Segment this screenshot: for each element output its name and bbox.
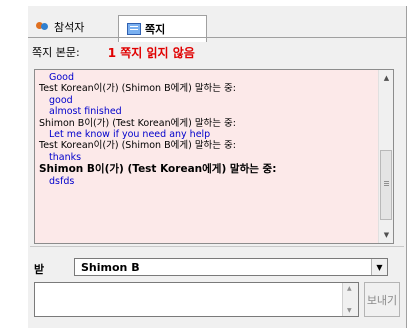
- tab-participants[interactable]: 참석자: [28, 17, 123, 37]
- message-scrollbar[interactable]: ▲ ▼: [378, 70, 393, 243]
- input-scroll-up-icon[interactable]: ▲: [347, 285, 352, 292]
- message-text: dsfds: [49, 176, 75, 188]
- notes-panel: 참석자 쪽지 쪽지 본문: 1 쪽지 읽지 않음 Good Test Korean…: [28, 6, 406, 328]
- divider: [30, 246, 404, 247]
- body-label: 쪽지 본문:: [32, 46, 80, 59]
- scroll-down-arrow-icon[interactable]: ▼: [379, 227, 393, 243]
- recipient-select[interactable]: Shimon B ▼: [74, 258, 388, 276]
- message-text: almost finished: [49, 106, 122, 118]
- recipient-selected-value: Shimon B: [81, 260, 140, 274]
- message-text: Good: [49, 72, 75, 83]
- message-speaker: Shimon B이(가) (Test Korean에게) 말하는 중:: [39, 117, 237, 129]
- scroll-up-arrow-icon[interactable]: ▲: [379, 70, 393, 86]
- message-text: Let me know if you need any help: [49, 129, 211, 141]
- scroll-thumb[interactable]: [380, 150, 392, 220]
- participants-icon: [36, 21, 50, 33]
- message-text: thanks: [49, 151, 82, 163]
- message-list: Good Test Korean이(가) (Shimon B에게) 말하는 중: g…: [39, 72, 379, 188]
- tab-participants-label: 참석자: [54, 21, 85, 34]
- tab-bar: 참석자 쪽지: [28, 10, 406, 42]
- input-scrollbar[interactable]: ▲ ▼: [342, 283, 358, 316]
- message-input[interactable]: [34, 282, 359, 317]
- send-button[interactable]: 보내기: [364, 282, 400, 317]
- message-history[interactable]: Good Test Korean이(가) (Shimon B에게) 말하는 중: g…: [34, 69, 394, 244]
- tab-divider: [28, 37, 406, 38]
- input-scroll-down-icon[interactable]: ▼: [347, 307, 352, 314]
- window-edge: [406, 6, 407, 328]
- message-speaker: Test Korean이(가) (Shimon B에게) 말하는 중:: [39, 83, 237, 95]
- body-label-row: 쪽지 본문: 1 쪽지 읽지 않음: [32, 44, 195, 60]
- unread-notice: 1 쪽지 읽지 않음: [107, 45, 195, 60]
- message-speaker: Test Korean이(가) (Shimon B에게) 말하는 중:: [39, 140, 237, 152]
- tab-notes-label: 쪽지: [145, 23, 166, 36]
- dropdown-arrow-icon[interactable]: ▼: [371, 259, 387, 275]
- recipient-label: 받: [34, 263, 45, 276]
- message-speaker: Shimon B이(가) (Test Korean에게) 말하는 중:: [39, 163, 277, 176]
- message-text: good: [49, 94, 73, 106]
- note-icon: [127, 23, 141, 35]
